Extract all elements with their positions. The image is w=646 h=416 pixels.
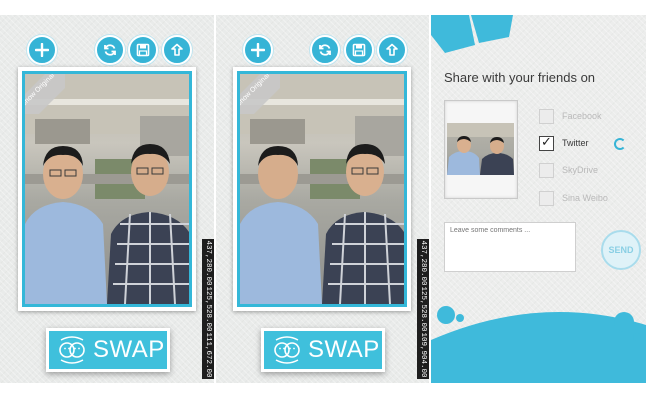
swap-button[interactable]: SWAP	[46, 328, 170, 372]
show-original-label: Show Original	[25, 74, 65, 114]
floppy-disk-icon	[136, 43, 150, 57]
coord-value: 125,528.00	[204, 286, 212, 332]
save-button[interactable]	[344, 35, 374, 65]
facebook-checkbox[interactable]	[539, 108, 554, 124]
network-option-twitter[interactable]: Twitter	[539, 134, 589, 151]
share-icon	[386, 43, 398, 56]
swapped-photo[interactable]: Show Original	[22, 71, 192, 307]
plus-icon	[251, 43, 265, 57]
screen-2: Show Original 437,280.00 125,528.00 109,…	[216, 15, 429, 383]
face-swap-icon	[59, 336, 85, 364]
thumbnail-image	[447, 123, 514, 175]
swapped-photo[interactable]: Show Original	[237, 71, 407, 307]
comment-input[interactable]	[444, 222, 576, 272]
network-option-facebook[interactable]: Facebook	[539, 108, 602, 124]
share-title: Share with your friends on	[444, 70, 596, 85]
network-label: Twitter	[562, 138, 589, 148]
network-label: SkyDrive	[562, 165, 599, 175]
swap-label: SWAP	[308, 336, 380, 363]
plus-icon	[35, 43, 49, 57]
sina-weibo-checkbox[interactable]	[539, 190, 554, 206]
twitter-checkbox[interactable]	[539, 134, 554, 151]
share-thumbnail	[444, 100, 518, 199]
show-original-ribbon[interactable]: Show Original	[25, 74, 65, 114]
send-button[interactable]: SEND	[601, 230, 641, 270]
refresh-icon	[104, 44, 116, 56]
screen-1: Show Original 437,280.00 125,528.00 111,…	[0, 15, 214, 383]
share-icon	[171, 43, 183, 56]
share-screen: Share with your friends on Facebook Twit…	[431, 15, 646, 383]
coord-value: 125,528.00	[419, 286, 427, 332]
network-option-skydrive[interactable]: SkyDrive	[539, 162, 598, 178]
send-label: SEND	[608, 245, 634, 255]
coord-value: 109,904.00	[419, 332, 427, 378]
save-button[interactable]	[128, 35, 158, 65]
share-button[interactable]	[162, 35, 192, 65]
share-button[interactable]	[377, 35, 407, 65]
show-original-ribbon[interactable]: Show Original	[240, 74, 280, 114]
add-button[interactable]	[27, 35, 57, 65]
floppy-disk-icon	[352, 43, 366, 57]
show-original-label: Show Original	[240, 74, 280, 114]
network-label: Sina Weibo	[562, 193, 608, 203]
skydrive-checkbox[interactable]	[539, 162, 554, 178]
face-swap-icon	[274, 336, 300, 364]
add-button[interactable]	[243, 35, 273, 65]
refresh-button[interactable]	[95, 35, 125, 65]
coord-value: 111,672.00	[204, 332, 212, 378]
coord-value: 437,280.00	[204, 240, 212, 286]
loading-spinner-icon	[614, 138, 626, 150]
swap-label: SWAP	[93, 336, 165, 363]
network-option-sina-weibo[interactable]: Sina Weibo	[539, 190, 608, 206]
swap-button[interactable]: SWAP	[261, 328, 385, 372]
refresh-icon	[319, 44, 331, 56]
photo-frame[interactable]: Show Original	[18, 67, 196, 311]
coord-value: 437,280.00	[419, 240, 427, 286]
network-label: Facebook	[562, 111, 602, 121]
refresh-button[interactable]	[310, 35, 340, 65]
coordinate-readout: 437,280.00 125,528.00 109,904.00	[417, 239, 429, 379]
coordinate-readout: 437,280.00 125,528.00 111,672.00	[202, 239, 214, 379]
photo-frame[interactable]: Show Original	[233, 67, 411, 311]
